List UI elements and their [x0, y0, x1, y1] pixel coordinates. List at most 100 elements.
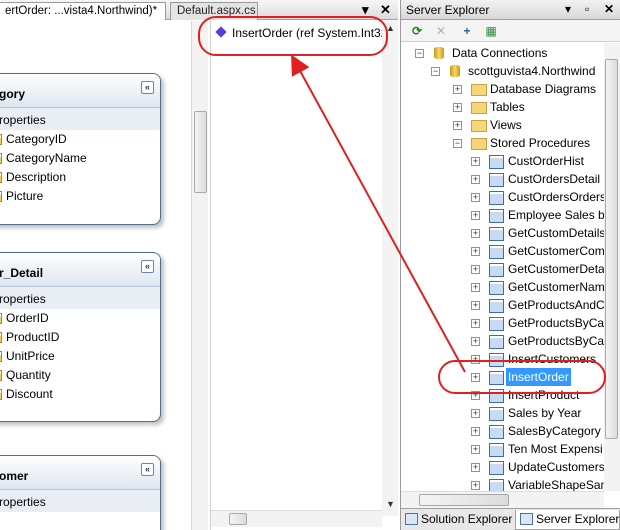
tree-node-stored-procedure[interactable]: + GetProductsByCat: [401, 332, 605, 350]
tree-node-folder[interactable]: + Tables: [401, 98, 605, 116]
methods-vertical-scrollbar[interactable]: ▲ ▼: [382, 21, 398, 516]
expand-node-icon[interactable]: +: [471, 211, 480, 220]
property-row[interactable]: Picture: [0, 187, 160, 206]
tree-node-stored-procedure[interactable]: + Ten Most Expensi: [401, 440, 605, 458]
tree-node-stored-procedure[interactable]: + VariableShapeSam: [401, 476, 605, 491]
expand-node-icon[interactable]: +: [471, 175, 480, 184]
tree-node-stored-procedure[interactable]: + GetCustomerNam: [401, 278, 605, 296]
expand-node-icon[interactable]: +: [471, 319, 480, 328]
explorer-horizontal-scrollbar[interactable]: [401, 491, 604, 508]
property-row[interactable]: Description: [0, 168, 160, 187]
expand-node-icon[interactable]: +: [471, 193, 480, 202]
property-icon: [0, 189, 2, 202]
property-row[interactable]: Quantity: [0, 366, 160, 385]
scrollbar-thumb[interactable]: [605, 59, 618, 439]
expand-node-icon[interactable]: +: [471, 445, 480, 454]
scrollbar-thumb[interactable]: [194, 111, 207, 193]
collapse-icon[interactable]: «: [141, 81, 154, 94]
tree-node-stored-procedure[interactable]: + Sales by Year: [401, 404, 605, 422]
scrollbar-thumb[interactable]: [229, 513, 247, 525]
entity-title-text: omer: [0, 469, 29, 483]
property-name: Quantity: [6, 368, 51, 382]
folder-icon: [470, 82, 487, 96]
entity-category[interactable]: gory « roperties CategoryID CategoryName…: [0, 73, 161, 225]
stop-refresh-icon[interactable]: ✕: [433, 23, 449, 39]
property-row[interactable]: CategoryID: [0, 130, 160, 149]
entity-title: omer «: [0, 456, 160, 490]
tree-node-stored-procedure[interactable]: + CustOrdersOrders: [401, 188, 605, 206]
property-name: Picture: [6, 189, 44, 203]
property-icon: [0, 151, 2, 164]
tree-node-label: SalesByCategory: [508, 424, 601, 438]
entity-order-detail[interactable]: r_Detail « roperties OrderID ProductID U…: [0, 252, 161, 422]
property-name: CategoryName: [6, 151, 87, 165]
tree-node-stored-procedure[interactable]: + GetCustomDetails: [401, 224, 605, 242]
property-icon: [0, 368, 2, 381]
collapse-node-icon[interactable]: −: [415, 49, 424, 58]
explorer-toolbar: ⟳ ✕ + ▦: [401, 20, 620, 42]
expand-node-icon[interactable]: +: [471, 301, 480, 310]
canvas-vertical-scrollbar[interactable]: [191, 21, 208, 530]
scrollbar-thumb[interactable]: [419, 494, 509, 506]
tree-node-stored-procedure[interactable]: + CustOrderHist: [401, 152, 605, 170]
tree-node-stored-procedure[interactable]: + UpdateCustomers: [401, 458, 605, 476]
tree-node-stored-procedure[interactable]: + Employee Sales by: [401, 206, 605, 224]
tree-node-folder[interactable]: + Views: [401, 116, 605, 134]
tree-node-stored-procedure[interactable]: + GetProductsAndC: [401, 296, 605, 314]
tree-node-connection[interactable]: − scottguvista4.Northwind: [401, 62, 605, 80]
tree-node-label: CustOrdersDetail: [508, 172, 601, 186]
panel-dropdown-icon[interactable]: ▾: [565, 2, 571, 16]
expand-node-icon[interactable]: +: [471, 157, 480, 166]
tree-node-label: Sales by Year: [508, 406, 582, 420]
expand-node-icon[interactable]: +: [471, 481, 480, 490]
panel-close-icon[interactable]: ✕: [604, 2, 614, 16]
property-row[interactable]: Discount: [0, 385, 160, 404]
expand-node-icon[interactable]: +: [471, 265, 480, 274]
connect-to-database-icon[interactable]: +: [459, 23, 475, 39]
explorer-vertical-scrollbar[interactable]: [604, 43, 620, 491]
property-row[interactable]: OrderID: [0, 309, 160, 328]
tree-node-stored-procedure[interactable]: + CustOrdersDetail: [401, 170, 605, 188]
tree-node-label: scottguvista4.Northwind: [468, 64, 596, 78]
tree-node-stored-procedure[interactable]: + GetProductsByCat: [401, 314, 605, 332]
stored-procedure-icon: [488, 478, 504, 491]
tree-node-stored-procedure[interactable]: + SalesByCategory: [401, 422, 605, 440]
connect-to-server-icon[interactable]: ▦: [483, 23, 499, 39]
expand-node-icon[interactable]: +: [471, 427, 480, 436]
tree-node-folder[interactable]: − Stored Procedures: [401, 134, 605, 152]
expand-node-icon[interactable]: +: [471, 409, 480, 418]
property-row[interactable]: CategoryName: [0, 149, 160, 168]
refresh-icon[interactable]: ⟳: [409, 23, 425, 39]
property-row[interactable]: ProductID: [0, 328, 160, 347]
entity-customer[interactable]: omer « roperties: [0, 455, 161, 530]
stored-procedure-icon: [488, 334, 504, 349]
tab-server-explorer[interactable]: Server Explorer: [515, 510, 620, 530]
tab-solution-explorer[interactable]: Solution Explorer: [401, 510, 513, 530]
tree-node-data-connections[interactable]: − Data Connections: [401, 44, 605, 62]
pin-icon[interactable]: ▫: [585, 2, 589, 16]
expand-node-icon[interactable]: +: [453, 103, 462, 112]
collapse-icon[interactable]: «: [141, 463, 154, 476]
tree-node-stored-procedure[interactable]: + GetCustomerCom: [401, 242, 605, 260]
collapse-node-icon[interactable]: −: [431, 67, 440, 76]
collapse-node-icon[interactable]: −: [453, 139, 462, 148]
expand-node-icon[interactable]: +: [453, 85, 462, 94]
tree-node-folder[interactable]: + Database Diagrams: [401, 80, 605, 98]
collapse-icon[interactable]: «: [141, 260, 154, 273]
tab-dbml-designer[interactable]: ertOrder: ...vista4.Northwind)*: [0, 2, 166, 20]
expand-node-icon[interactable]: +: [471, 337, 480, 346]
expand-node-icon[interactable]: +: [471, 247, 480, 256]
tree-node-stored-procedure[interactable]: + GetCustomerDeta: [401, 260, 605, 278]
tree-node-label: VariableShapeSam: [508, 478, 605, 491]
expand-node-icon[interactable]: +: [471, 229, 480, 238]
stored-procedure-icon: [488, 316, 504, 331]
expand-node-icon[interactable]: +: [471, 463, 480, 472]
methods-horizontal-scrollbar[interactable]: [211, 510, 382, 527]
expand-node-icon[interactable]: +: [453, 121, 462, 130]
scroll-down-icon[interactable]: ▼: [384, 499, 397, 512]
tree-node-label: Ten Most Expensi: [508, 442, 603, 456]
folder-icon: [470, 100, 487, 114]
tab-close-icon[interactable]: ✕: [380, 2, 391, 18]
property-row[interactable]: UnitPrice: [0, 347, 160, 366]
expand-node-icon[interactable]: +: [471, 283, 480, 292]
